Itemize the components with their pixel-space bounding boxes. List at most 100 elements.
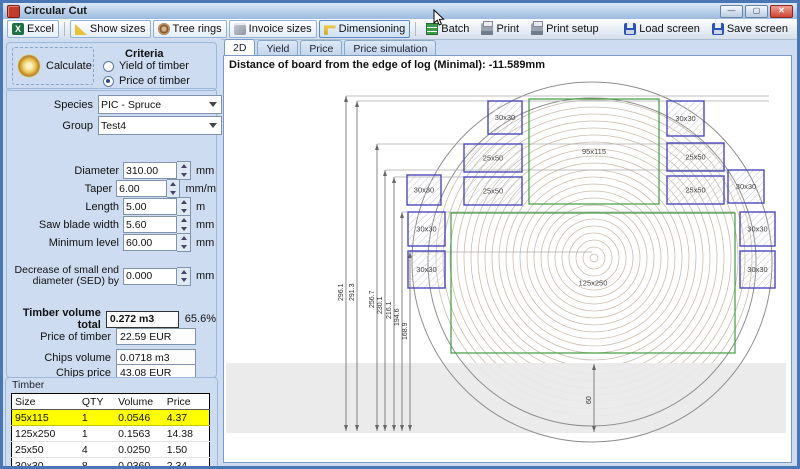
cell: 1.50 xyxy=(164,442,210,458)
dimension-label: 230.1 xyxy=(377,296,384,314)
board-30x30[interactable]: 30x30 xyxy=(740,212,775,246)
timber-volume-total-value: 0.272 m3 xyxy=(106,311,179,328)
cell: 1 xyxy=(79,410,115,426)
minimize-button[interactable]: — xyxy=(720,5,743,18)
taper-spinner[interactable] xyxy=(167,179,180,198)
diameter-input[interactable]: 310.00 xyxy=(123,162,177,179)
diameter-unit: mm xyxy=(196,165,214,177)
radio-label: Yield of timber xyxy=(119,60,189,72)
diameter-spinner[interactable] xyxy=(177,161,191,180)
board-30x30[interactable]: 30x30 xyxy=(740,251,775,288)
toolbar-label: Batch xyxy=(441,23,469,35)
calculate-label: Calculate xyxy=(46,60,92,72)
radio-yield-of-timber[interactable]: Yield of timber xyxy=(103,60,189,72)
maximize-button[interactable]: ▢ xyxy=(745,5,768,18)
excel-button[interactable]: XExcel xyxy=(7,20,59,38)
column-header-price[interactable]: Price xyxy=(164,394,210,410)
board-25x50[interactable]: 25x50 xyxy=(667,143,724,171)
print-setup-button[interactable]: Print setup xyxy=(526,20,604,38)
tab-price-simulation[interactable]: Price simulation xyxy=(344,40,436,56)
length-spinner[interactable] xyxy=(177,197,191,216)
board-30x30[interactable]: 30x30 xyxy=(728,170,764,203)
load-screen-button[interactable]: Load screen xyxy=(619,20,705,38)
app-icon xyxy=(7,5,20,18)
cell: 25x50 xyxy=(12,442,79,458)
board-30x30[interactable]: 30x30 xyxy=(407,175,441,205)
cell: 14.38 xyxy=(164,426,210,442)
price-of-timber-row: Price of timber22.59 EUR xyxy=(7,328,216,345)
sed-unit: mm xyxy=(196,270,214,282)
sed-row: Decrease of small enddiameter (SED) by 0… xyxy=(7,265,216,287)
print-icon xyxy=(481,23,493,35)
criteria-title: Criteria xyxy=(125,48,164,60)
minimum-level-spinner[interactable] xyxy=(177,233,191,252)
timber-row-95x115[interactable]: 95x11510.05464.37 xyxy=(12,410,210,426)
group-label: Group xyxy=(35,120,93,132)
timber-table[interactable]: SizeQTYVolumePrice 95x11510.05464.37125x… xyxy=(11,393,210,469)
cell: 95x115 xyxy=(12,410,79,426)
diagram-canvas: Distance of board from the edge of log (… xyxy=(223,55,792,463)
tab-price[interactable]: Price xyxy=(300,40,342,56)
calculate-button[interactable]: Calculate xyxy=(12,47,94,85)
application-window: Circular Cut —▢✕ XExcel Show sizes Tree ri… xyxy=(0,0,800,469)
board-label: 25x50 xyxy=(685,186,705,195)
save-screen-button[interactable]: Save screen xyxy=(707,20,793,38)
cell: 0.0360 xyxy=(115,458,164,469)
board-label: 25x50 xyxy=(685,153,705,162)
minimum-level-unit: mm xyxy=(196,237,214,249)
minimum-level-row: Minimum level60.00mm xyxy=(7,233,216,252)
board-25x50[interactable]: 25x50 xyxy=(667,176,724,204)
cell: 30x30 xyxy=(12,458,79,469)
toolbar-separator xyxy=(64,22,65,36)
dimension-label: 296.1 xyxy=(338,283,345,301)
length-row: Length5.00m xyxy=(7,197,216,216)
cell: 4.37 xyxy=(164,410,210,426)
toolbar-label: Print xyxy=(496,23,519,35)
toolbar-label: Print setup xyxy=(546,23,599,35)
board-30x30[interactable]: 30x30 xyxy=(488,101,522,134)
timber-volume-total-percent: 65.6% xyxy=(185,313,216,325)
dimensioning-icon xyxy=(324,23,336,35)
tree-rings-button[interactable]: Tree rings xyxy=(153,20,227,38)
board-30x30[interactable]: 30x30 xyxy=(408,212,445,246)
timber-row-25x50[interactable]: 25x5040.02501.50 xyxy=(12,442,210,458)
batch-button[interactable]: Batch xyxy=(421,20,474,38)
tab-bar: 2DYieldPricePrice simulation xyxy=(221,39,797,56)
column-header-volume[interactable]: Volume xyxy=(115,394,164,410)
timber-row-125x250[interactable]: 125x25010.156314.38 xyxy=(12,426,210,442)
sed-input[interactable]: 0.000 xyxy=(123,268,177,285)
window-title: Circular Cut xyxy=(24,5,87,17)
print-button[interactable]: Print xyxy=(476,20,524,38)
minimum-level-input[interactable]: 60.00 xyxy=(123,234,177,251)
tab-yield[interactable]: Yield xyxy=(257,40,298,56)
show-sizes-button[interactable]: Show sizes xyxy=(70,20,151,38)
board-25x50[interactable]: 25x50 xyxy=(464,144,522,172)
saw-blade-width-label: Saw blade width xyxy=(7,219,119,231)
price-of-timber-label: Price of timber xyxy=(7,331,111,343)
saw-blade-width-spinner[interactable] xyxy=(177,215,191,234)
close-button[interactable]: ✕ xyxy=(770,5,793,18)
taper-row: Taper6.00mm/m xyxy=(7,179,216,198)
board-label: 30x30 xyxy=(736,182,756,191)
radio-price-of-timber[interactable]: Price of timber xyxy=(103,75,190,87)
taper-input[interactable]: 6.00 xyxy=(116,180,167,197)
board-label: 95x115 xyxy=(582,147,606,156)
toolbar-label: Tree rings xyxy=(173,23,222,35)
board-25x50[interactable]: 25x50 xyxy=(464,177,522,205)
title-bar: Circular Cut —▢✕ xyxy=(3,3,797,19)
column-header-qty[interactable]: QTY xyxy=(79,394,115,410)
board-30x30[interactable]: 30x30 xyxy=(667,101,704,136)
saw-blade-width-input[interactable]: 5.60 xyxy=(123,216,177,233)
length-input[interactable]: 5.00 xyxy=(123,198,177,215)
group-select[interactable]: Test4 xyxy=(98,116,222,135)
print-setup-icon xyxy=(531,23,543,35)
board-30x30[interactable]: 30x30 xyxy=(408,251,445,288)
tab-2d[interactable]: 2D xyxy=(224,39,255,56)
column-header-size[interactable]: Size xyxy=(12,394,79,410)
timber-row-30x30[interactable]: 30x3080.03602.34 xyxy=(12,458,210,469)
species-select[interactable]: PIC - Spruce xyxy=(98,95,222,114)
dimensioning-button[interactable]: Dimensioning xyxy=(319,20,411,38)
cell: 0.1563 xyxy=(115,426,164,442)
invoice-sizes-button[interactable]: Invoice sizes xyxy=(229,20,317,38)
sed-spinner[interactable] xyxy=(177,267,191,286)
